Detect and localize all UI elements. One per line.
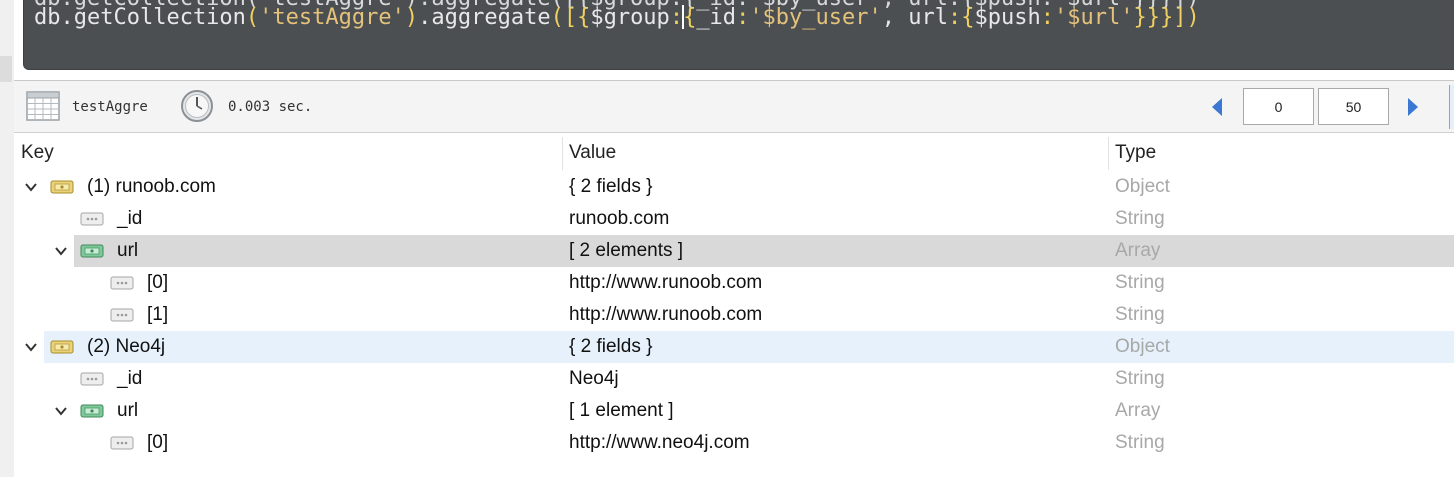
tree-value: runoob.com [569,208,670,229]
left-gutter [0,0,14,477]
query-token: }}}]) [1133,5,1200,30]
tree-value: http://www.neo4j.com [569,432,750,453]
query-text[interactable]: db.getCollection('testAggre').aggregate(… [34,5,1200,31]
query-token: : [736,5,750,30]
tree-type: String [1115,368,1165,389]
tree-row[interactable]: url [ 1 element ] Array [14,395,1454,427]
tree-row[interactable]: [1] http://www.runoob.com String [14,299,1454,331]
tree-key: (2) Neo4j [87,336,166,357]
tree-value: [ 1 element ] [569,400,674,421]
results-toolbar: testAggre 0.003 sec. [14,81,1454,133]
tree-type: String [1115,208,1165,229]
query-token: : [1040,5,1054,30]
tree-key: url [117,240,139,261]
query-token: $group [590,5,670,30]
chevron-down-icon[interactable] [54,404,68,418]
column-divider[interactable] [562,137,563,170]
tree-key: _id [117,368,143,389]
chevron-down-icon[interactable] [54,244,68,258]
query-token: _id [696,5,737,30]
tree-key: url [117,400,139,421]
tree-type: Array [1115,240,1161,261]
array-type-icon [80,404,104,418]
column-type[interactable]: Type [1115,142,1156,164]
tree-key: [0] [147,432,169,453]
query-token: 'testAggre' [259,5,405,30]
tree-value: http://www.runoob.com [569,272,763,293]
tree-value: Neo4j [569,368,619,389]
collection-name: testAggre [72,99,148,115]
triangle-left-icon[interactable] [1210,97,1224,117]
string-type-icon [80,212,104,226]
query-token: url [908,5,949,30]
string-type-icon [110,308,134,322]
tree-type: Object [1115,176,1170,197]
string-type-icon [80,372,104,386]
tree-type: String [1115,304,1165,325]
triangle-right-icon[interactable] [1406,97,1420,117]
toolbar-edge [1449,85,1454,129]
tree-row[interactable]: url [ 2 elements ] Array [55,235,1454,267]
tree-value: { 2 fields } [569,336,653,357]
tree-value: [ 2 elements ] [569,240,684,261]
clock-icon [181,90,213,122]
query-token: db.getCollection [34,5,246,30]
tree-row[interactable]: [0] http://www.neo4j.com String [14,427,1454,459]
tree-row[interactable]: _id Neo4j String [14,363,1454,395]
execution-time: 0.003 sec. [228,99,313,115]
query-token: { [961,5,975,30]
table-header: Key Value Type [14,137,1454,170]
query-token: { [683,5,697,30]
tree-row[interactable]: (2) Neo4j { 2 fields } Object [25,331,1454,363]
column-key[interactable]: Key [21,142,54,164]
gutter-tab[interactable] [0,56,12,82]
skip-input[interactable] [1243,88,1314,125]
column-value[interactable]: Value [569,142,616,164]
query-token: ) [404,5,419,30]
query-editor[interactable]: db.getCollection('testAggre').aggregate(… [23,0,1454,70]
tree-key: [0] [147,272,169,293]
tree-type: String [1115,432,1165,453]
query-token: .aggregate [418,5,551,30]
tree-type: String [1115,272,1165,293]
table-grid-icon [26,91,60,121]
tree-value: { 2 fields } [569,176,653,197]
chevron-down-icon[interactable] [24,340,38,354]
tree-type: Object [1115,336,1170,357]
limit-input[interactable] [1318,88,1389,125]
tree-key: (1) runoob.com [87,176,216,197]
query-token: ( [245,5,260,30]
tree-type: Array [1115,400,1161,421]
object-type-icon [50,180,74,194]
string-type-icon [110,276,134,290]
query-token: $push [974,5,1041,30]
tree-key: _id [117,208,143,229]
object-type-icon [50,340,74,354]
chevron-down-icon[interactable] [24,180,38,194]
query-token: : [669,5,684,30]
column-divider[interactable] [1108,137,1109,170]
query-token: '$by_user' [749,5,882,30]
query-token: , [881,5,909,30]
tree-row[interactable]: [0] http://www.runoob.com String [14,267,1454,299]
tree-value: http://www.runoob.com [569,304,763,325]
query-token: : [948,5,962,30]
tree-key: [1] [147,304,169,325]
tree-row[interactable]: (1) runoob.com { 2 fields } Object [14,171,1454,203]
tree-row[interactable]: _id runoob.com String [14,203,1454,235]
string-type-icon [110,436,134,450]
query-token: ([{ [550,5,591,30]
query-token: '$url' [1054,5,1134,30]
results-tree: Key Value Type (1) runoob.com { 2 fields … [14,137,1454,477]
array-type-icon [80,244,104,258]
